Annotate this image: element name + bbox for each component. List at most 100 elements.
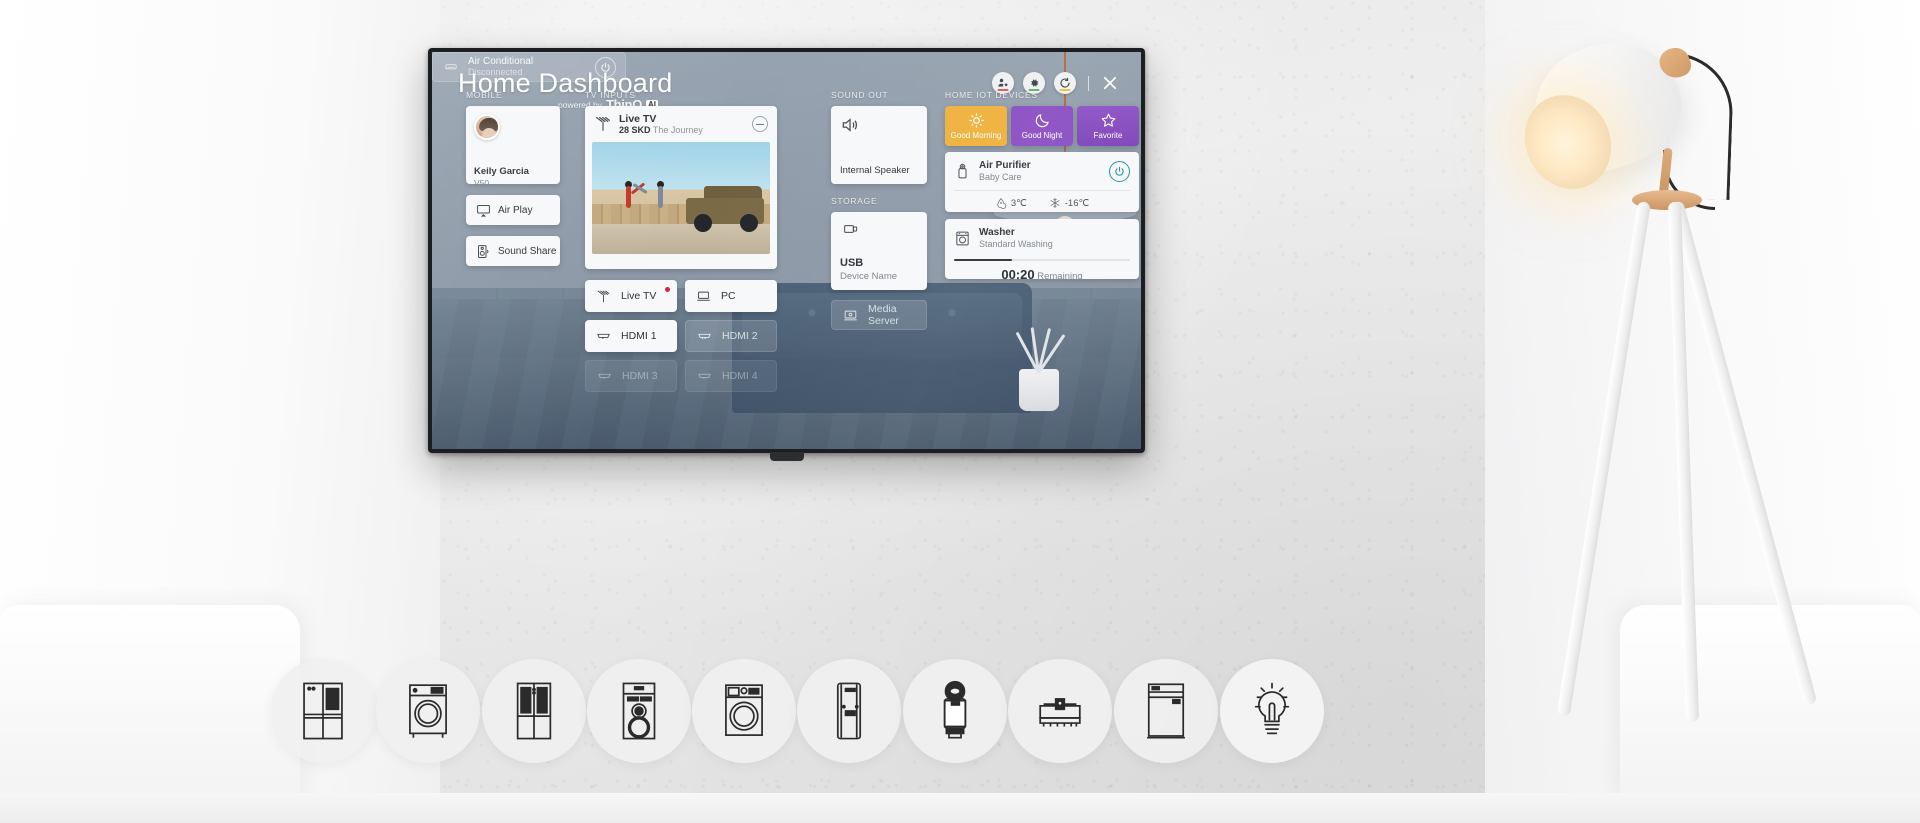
- program-thumbnail: [592, 141, 770, 254]
- sound-output-card[interactable]: Internal Speaker: [831, 106, 927, 184]
- washer-dryer-icon[interactable]: [692, 659, 796, 763]
- hdmi-icon: [698, 373, 711, 379]
- refresh-icon[interactable]: [1054, 72, 1076, 94]
- current-input-meta: 28 SKD The Journey: [619, 125, 703, 136]
- mobile-device-model: V50: [474, 178, 490, 188]
- input-tile-label: HDMI 1: [621, 330, 657, 342]
- iot-card-washer[interactable]: Washer Standard Washing 00:20 Remaining: [945, 219, 1139, 282]
- power-icon: [1115, 166, 1124, 176]
- robot-vacuum-glyph: [1039, 698, 1081, 727]
- usb-drive-icon: [844, 225, 858, 233]
- close-icon[interactable]: [1101, 74, 1119, 92]
- current-input-card[interactable]: Live TV 28 SKD The Journey: [585, 106, 777, 269]
- light-bulb-icon[interactable]: [1220, 659, 1324, 763]
- audio-tower-glyph: [622, 682, 656, 740]
- star-icon: [1101, 113, 1115, 127]
- tv-stand-nub: [769, 452, 804, 461]
- scene-label: Favorite: [1093, 131, 1123, 140]
- scene-label: Good Morning: [950, 131, 1002, 140]
- person-body: [658, 185, 663, 208]
- remove-input-button[interactable]: [752, 116, 768, 133]
- air-conditioner-tower-glyph: [836, 682, 862, 740]
- audio-tower-icon[interactable]: [587, 659, 691, 763]
- air-purifier-header: Air Purifier Baby Care: [945, 152, 1139, 183]
- sound-share-button[interactable]: Sound Share: [466, 236, 560, 266]
- water-drop-icon: [997, 198, 1007, 210]
- refrigerator-glyph: [303, 682, 343, 740]
- section-label-sound-out: SOUND OUT: [831, 90, 889, 100]
- dishwasher-icon[interactable]: [1114, 659, 1218, 763]
- avatar: [474, 114, 500, 140]
- light-bulb-glyph: [1254, 682, 1290, 735]
- scene-label: Good Night: [1021, 131, 1063, 140]
- stat-humidity-value: 3℃: [1010, 197, 1027, 209]
- section-label-mobile: MOBILE: [466, 90, 503, 100]
- lamp-leg: [1556, 200, 1651, 717]
- laptop-icon: [697, 291, 710, 301]
- air-purifier-divider: [954, 190, 1130, 192]
- washer-time-label: Remaining: [1037, 271, 1083, 283]
- vehicle-wheel: [740, 213, 758, 232]
- person-body: [626, 185, 631, 208]
- input-tile-pc[interactable]: PC: [685, 280, 777, 312]
- washing-machine-icon[interactable]: [376, 659, 480, 763]
- airplay-icon: [477, 204, 490, 217]
- sun-icon: [968, 113, 984, 128]
- washing-machine-glyph: [409, 684, 447, 738]
- input-tile-hdmi-4[interactable]: HDMI 4: [685, 360, 777, 392]
- refrigerator-icon[interactable]: [271, 659, 375, 763]
- vehicle-wheel: [694, 213, 712, 232]
- washer-text: Washer Standard Washing: [979, 227, 1053, 250]
- air-conditioner-tower-icon[interactable]: [797, 659, 901, 763]
- tv-screen: Home Dashboard powered by ThinQ AI MOBIL…: [432, 52, 1141, 449]
- air-purifier-mode: Baby Care: [979, 172, 1022, 182]
- styler-closet-icon[interactable]: [482, 659, 586, 763]
- sound-output-device: Internal Speaker: [840, 165, 910, 176]
- refresh-indicator: [1059, 89, 1071, 91]
- section-label-home-iot: HOME IOT DEVICES: [945, 90, 1038, 100]
- mobile-device-card[interactable]: Keily Garcia V50: [466, 106, 560, 188]
- input-tile-hdmi-1[interactable]: HDMI 1: [585, 320, 677, 352]
- scene-favorite[interactable]: Favorite: [1077, 106, 1139, 146]
- styler-closet-glyph: [516, 682, 552, 740]
- input-tile-hdmi-3[interactable]: HDMI 3: [585, 360, 677, 392]
- toolbar-divider: [1088, 75, 1089, 91]
- scene-good-night[interactable]: Good Night: [1011, 106, 1073, 146]
- scene-good-morning[interactable]: Good Morning: [945, 106, 1007, 146]
- air-purifier-icon[interactable]: [903, 659, 1007, 763]
- hdmi-icon: [597, 333, 610, 339]
- current-channel: 28 SKD: [619, 125, 651, 136]
- input-tile-label: Live TV: [621, 290, 657, 302]
- mobile-user-name: Keily Garcia: [474, 166, 529, 177]
- current-input-header: Live TV 28 SKD The Journey: [585, 106, 777, 142]
- thumbnail-vehicle: [686, 184, 764, 232]
- washer-remaining: 00:20 Remaining: [945, 267, 1139, 282]
- usb-subtitle: Device Name: [840, 271, 898, 282]
- media-server-tile[interactable]: Media Server: [831, 300, 927, 330]
- moon-icon: [1035, 114, 1049, 128]
- robot-vacuum-icon[interactable]: [1008, 659, 1112, 763]
- snowflake-icon: [1050, 198, 1060, 209]
- washer-mode: Standard Washing: [979, 239, 1053, 249]
- washer-header: Washer Standard Washing: [945, 219, 1139, 250]
- washer-name: Washer: [979, 227, 1015, 238]
- iot-card-air-purifier[interactable]: Air Purifier Baby Care 3℃ -16℃: [945, 152, 1139, 212]
- washer-progress-bar: [954, 259, 1130, 262]
- input-tile-hdmi-2[interactable]: HDMI 2: [685, 320, 777, 352]
- usb-title: USB: [840, 257, 864, 269]
- washer-time-value: 00:20: [1001, 267, 1035, 283]
- input-tile-label: HDMI 2: [722, 330, 758, 342]
- air-purifier-stats: 3℃ -16℃: [945, 197, 1139, 210]
- input-active-badge: [665, 287, 670, 292]
- input-tile-live-tv[interactable]: Live TV: [585, 280, 677, 312]
- usb-storage-card[interactable]: USB Device Name: [831, 212, 927, 290]
- air-purifier-power-button[interactable]: [1109, 161, 1130, 183]
- air-purifier-name: Air Purifier: [979, 160, 1031, 171]
- input-tile-label: HDMI 4: [722, 370, 758, 382]
- television: Home Dashboard powered by ThinQ AI MOBIL…: [428, 48, 1145, 461]
- air-play-label: Air Play: [498, 204, 533, 216]
- antenna-icon: [595, 117, 611, 132]
- air-play-button[interactable]: Air Play: [466, 195, 560, 225]
- air-purifier-text: Air Purifier Baby Care: [979, 160, 1031, 183]
- media-server-icon: [844, 310, 857, 320]
